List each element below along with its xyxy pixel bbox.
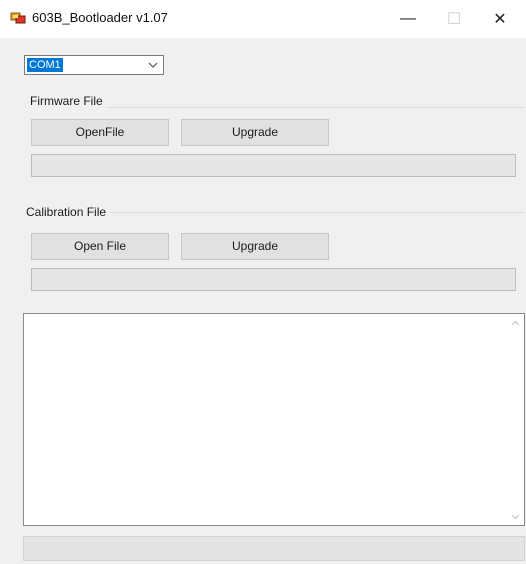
status-bar	[23, 536, 525, 561]
log-text	[28, 318, 504, 521]
title-bar[interactable]: 603B_Bootloader v1.07 — ☐ ✕	[0, 0, 526, 38]
log-scrollbar[interactable]	[507, 314, 524, 525]
close-button[interactable]: ✕	[477, 0, 523, 38]
chevron-down-icon[interactable]	[147, 58, 159, 72]
app-window: 603B_Bootloader v1.07 — ☐ ✕ COM1 Firmwar…	[0, 0, 526, 564]
com-port-dropdown[interactable]: COM1	[24, 55, 164, 75]
calibration-group-label: Calibration File	[26, 205, 111, 219]
firmware-group-label: Firmware File	[30, 94, 107, 108]
close-icon: ✕	[493, 11, 507, 28]
scroll-up-icon[interactable]	[507, 314, 524, 331]
com-port-value: COM1	[27, 58, 63, 72]
calibration-progress-bar	[31, 268, 516, 291]
calibration-open-file-button[interactable]: Open File	[31, 233, 169, 260]
calibration-upgrade-button[interactable]: Upgrade	[181, 233, 329, 260]
log-textarea[interactable]	[23, 313, 525, 526]
firmware-upgrade-button[interactable]: Upgrade	[181, 119, 329, 146]
minimize-button[interactable]: —	[385, 0, 431, 38]
firmware-progress-bar	[31, 154, 516, 177]
maximize-button[interactable]: ☐	[431, 0, 477, 38]
window-title: 603B_Bootloader v1.07	[32, 10, 168, 25]
minimize-icon: —	[400, 10, 416, 27]
scroll-down-icon[interactable]	[507, 508, 524, 525]
app-icon	[10, 12, 26, 24]
maximize-icon: ☐	[446, 11, 462, 28]
firmware-open-file-button[interactable]: OpenFile	[31, 119, 169, 146]
